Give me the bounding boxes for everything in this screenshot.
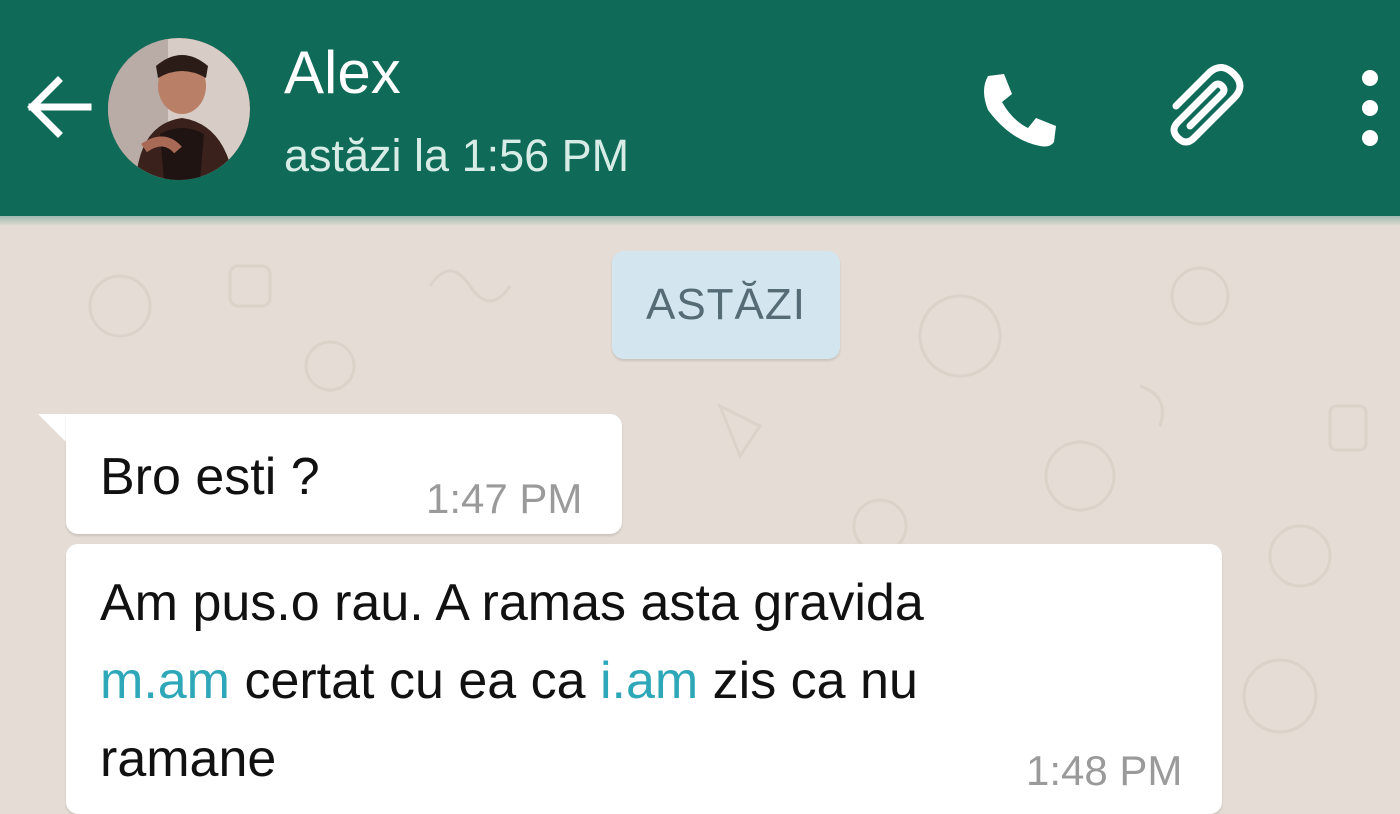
message-time: 1:48 PM	[1026, 747, 1183, 794]
message-line: certat cu ea ca	[230, 652, 600, 710]
bubble-tail	[38, 414, 68, 444]
message-line: Am pus.o rau. A ramas asta gravida	[100, 574, 924, 632]
chat-header: Alex astăzi la 1:56 PM	[0, 0, 1400, 216]
message-line: ramane	[100, 730, 277, 788]
last-seen-status: astăzi la 1:56 PM	[284, 130, 630, 181]
contact-name[interactable]: Alex	[284, 38, 401, 108]
incoming-message[interactable]: Bro esti ? 1:47 PM	[66, 414, 622, 534]
message-time: 1:47 PM	[426, 475, 583, 522]
more-vert-icon[interactable]	[1346, 64, 1394, 152]
message-line: zis ca nu	[698, 652, 918, 710]
message-text: Bro esti ?	[100, 448, 320, 506]
message-link[interactable]: i.am	[600, 652, 698, 710]
message-link[interactable]: m.am	[100, 652, 230, 710]
back-arrow-icon[interactable]	[24, 72, 94, 142]
contact-avatar[interactable]	[108, 38, 250, 180]
header-shadow	[0, 216, 1400, 226]
paperclip-icon[interactable]	[1158, 62, 1254, 158]
incoming-message[interactable]: Am pus.o rau. A ramas asta gravida m.am …	[66, 544, 1222, 814]
date-separator: ASTĂZI	[612, 251, 840, 359]
phone-icon[interactable]	[974, 66, 1062, 154]
